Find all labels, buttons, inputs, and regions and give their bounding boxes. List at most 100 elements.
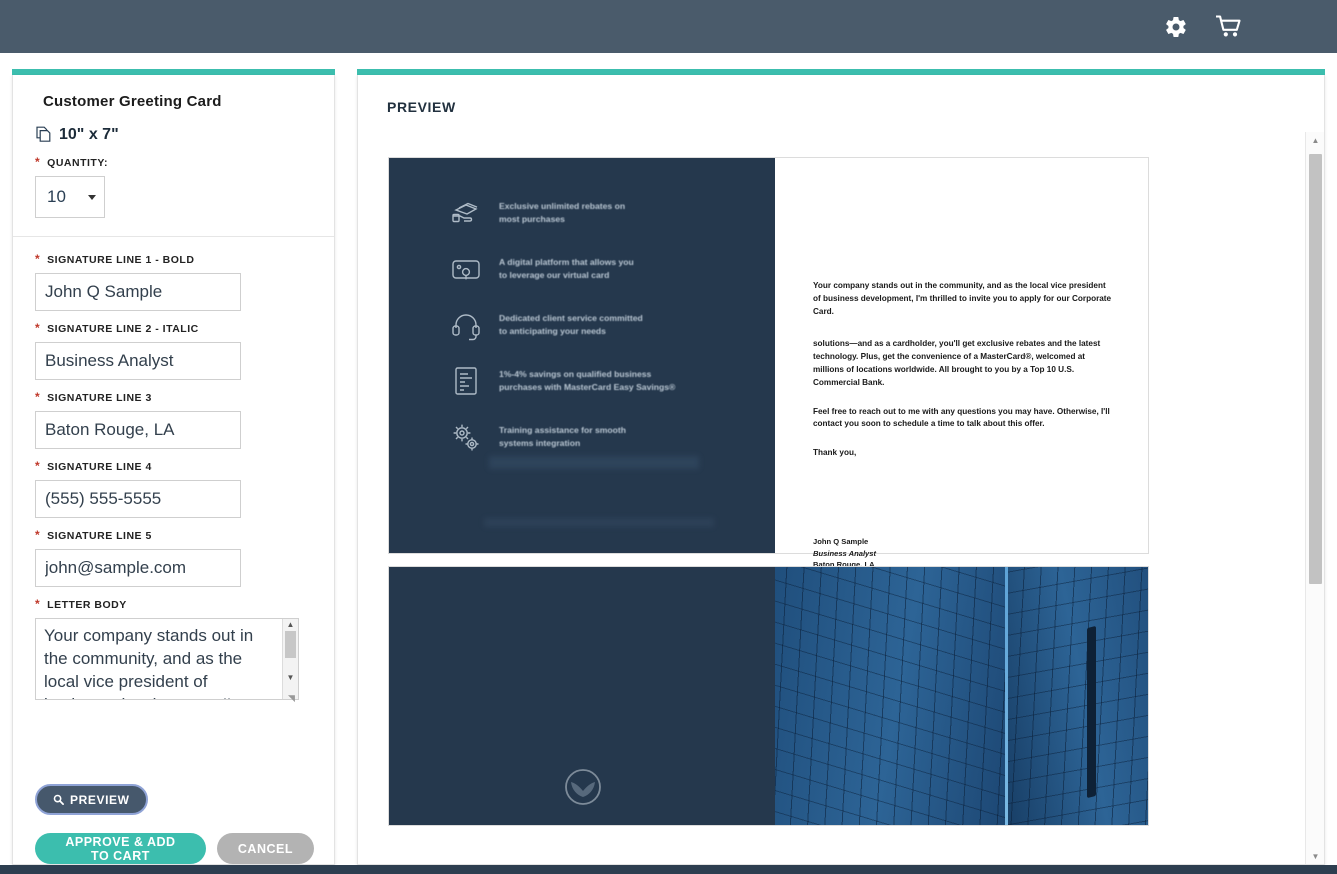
gears-icon bbox=[453, 424, 479, 451]
letter-paragraph: Your company stands out in the community… bbox=[813, 281, 1112, 316]
page-title: Customer Greeting Card bbox=[43, 93, 222, 110]
approve-add-to-cart-button[interactable]: APPROVE & ADD TO CART bbox=[35, 833, 206, 864]
textarea-scroll-thumb[interactable] bbox=[285, 631, 296, 658]
card-back-dark-side bbox=[389, 567, 775, 825]
preview-viewport: Exclusive unlimited rebates on most purc… bbox=[358, 132, 1304, 864]
field-signature-line-1: * SIGNATURE LINE 1 - BOLD bbox=[35, 253, 314, 311]
field-signature-line-4: * SIGNATURE LINE 4 bbox=[35, 460, 314, 518]
quantity-label-text: QUANTITY: bbox=[47, 157, 109, 169]
feature-line-2: systems integration bbox=[499, 437, 581, 448]
letter-body-label: * LETTER BODY bbox=[35, 598, 314, 611]
letter-body-wrapper: ▲ ▼ ◥ bbox=[35, 618, 299, 705]
feature-list: Exclusive unlimited rebates on most purc… bbox=[449, 196, 759, 476]
letter-preview-text: Your company stands out in the community… bbox=[813, 280, 1113, 476]
scroll-down-arrow-icon[interactable]: ▼ bbox=[287, 672, 295, 683]
receipt-icon bbox=[455, 367, 477, 395]
feature-line-2: to leverage our virtual card bbox=[499, 269, 610, 280]
window-grid bbox=[775, 567, 1005, 825]
feature-line-1: 1%-4% savings on qualified business bbox=[499, 369, 652, 379]
preview-heading: PREVIEW bbox=[387, 99, 456, 115]
field-signature-line-2: * SIGNATURE LINE 2 - ITALIC bbox=[35, 322, 314, 380]
preview-button-label: PREVIEW bbox=[70, 792, 130, 807]
product-config-panel: Customer Greeting Card 10" x 7" * QUANTI… bbox=[12, 75, 335, 865]
signature-line-4-input[interactable] bbox=[35, 480, 241, 518]
field-signature-line-3: * SIGNATURE LINE 3 bbox=[35, 391, 314, 449]
glass-office-buildings-photo bbox=[775, 567, 1148, 825]
feature-line-1: Dedicated client service committed bbox=[499, 313, 643, 323]
decorative-band-2 bbox=[484, 518, 714, 527]
page-body: Customer Greeting Card 10" x 7" * QUANTI… bbox=[0, 53, 1337, 874]
signature-line-5-label: * SIGNATURE LINE 5 bbox=[35, 529, 314, 542]
signature-fields: * SIGNATURE LINE 1 - BOLD * SIGNATURE LI… bbox=[13, 237, 334, 776]
preview-button-row: PREVIEW bbox=[13, 776, 334, 815]
list-item-text: A digital platform that allows you to le… bbox=[499, 252, 634, 281]
card-preview-page-2 bbox=[388, 566, 1149, 826]
required-asterisk: * bbox=[35, 528, 41, 542]
panel-header: Customer Greeting Card 10" x 7" * QUANTI… bbox=[13, 75, 334, 237]
letter-paragraph: solutions—and as a cardholder, you'll ge… bbox=[813, 339, 1101, 387]
resize-grip-icon[interactable]: ◥ bbox=[288, 694, 297, 703]
feature-line-1: Exclusive unlimited rebates on bbox=[499, 201, 626, 211]
textarea-scrollbar[interactable]: ▲ ▼ bbox=[282, 619, 298, 699]
pages-icon bbox=[36, 126, 51, 142]
list-item: Exclusive unlimited rebates on most purc… bbox=[449, 196, 759, 230]
building-right bbox=[1008, 567, 1148, 825]
required-asterisk: * bbox=[35, 459, 41, 473]
list-item-text: Training assistance for smooth systems i… bbox=[499, 420, 626, 449]
signature-line-2-input[interactable] bbox=[35, 342, 241, 380]
preview-scrollbar[interactable]: ▲ ▼ bbox=[1305, 132, 1324, 864]
label-text: SIGNATURE LINE 2 - ITALIC bbox=[47, 323, 199, 335]
letter-body-textarea[interactable] bbox=[35, 618, 299, 700]
letter-closing: Thank you, bbox=[813, 448, 857, 458]
scroll-down-arrow-icon[interactable]: ▼ bbox=[1306, 848, 1324, 864]
field-signature-line-5: * SIGNATURE LINE 5 bbox=[35, 529, 314, 587]
required-asterisk: * bbox=[35, 390, 41, 404]
list-item-text: Exclusive unlimited rebates on most purc… bbox=[499, 196, 625, 225]
virtual-card-icon bbox=[452, 260, 480, 280]
feature-line-2: most purchases bbox=[499, 213, 565, 224]
headset-icon bbox=[452, 314, 480, 341]
list-item: A digital platform that allows you to le… bbox=[449, 252, 759, 286]
building-accent-stripe bbox=[1087, 625, 1096, 799]
label-text: SIGNATURE LINE 1 - BOLD bbox=[47, 254, 195, 266]
required-asterisk: * bbox=[35, 321, 41, 335]
signature-line-3-label: * SIGNATURE LINE 3 bbox=[35, 391, 314, 404]
preview-button[interactable]: PREVIEW bbox=[35, 784, 148, 815]
cancel-button[interactable]: CANCEL bbox=[216, 833, 314, 864]
preview-scroll-thumb[interactable] bbox=[1309, 154, 1322, 584]
list-item-text: Dedicated client service committed to an… bbox=[499, 308, 643, 337]
signature-title: Business Analyst bbox=[813, 548, 877, 558]
card-preview-page-1: Exclusive unlimited rebates on most purc… bbox=[388, 157, 1149, 592]
feature-line-2: purchases with MasterCard Easy Savings® bbox=[499, 381, 676, 392]
bank-shield-logo bbox=[565, 769, 601, 805]
quantity-value: 10 bbox=[47, 187, 66, 206]
signature-line-4-label: * SIGNATURE LINE 4 bbox=[35, 460, 314, 473]
dimensions-text: 10" x 7" bbox=[59, 126, 119, 143]
feature-line-1: A digital platform that allows you bbox=[499, 257, 634, 267]
signature-line-3-input[interactable] bbox=[35, 411, 241, 449]
signature-line-1-input[interactable] bbox=[35, 273, 241, 311]
scroll-up-arrow-icon[interactable]: ▲ bbox=[1306, 132, 1324, 149]
bottom-strip bbox=[0, 865, 1337, 874]
signature-line-5-input[interactable] bbox=[35, 549, 241, 587]
gear-icon[interactable] bbox=[1163, 14, 1189, 40]
label-text: SIGNATURE LINE 5 bbox=[47, 530, 152, 542]
letter-paragraph: Feel free to reach out to me with any qu… bbox=[813, 406, 1110, 429]
signature-line-2-label: * SIGNATURE LINE 2 - ITALIC bbox=[35, 322, 314, 335]
card-letter-side: Your company stands out in the community… bbox=[775, 158, 1148, 592]
field-letter-body: * LETTER BODY ▲ ▼ ◥ bbox=[35, 598, 314, 705]
card-feature-side: Exclusive unlimited rebates on most purc… bbox=[389, 158, 775, 553]
list-item: 1%-4% savings on qualified business purc… bbox=[449, 364, 759, 398]
quantity-select[interactable]: 10 bbox=[35, 176, 105, 218]
product-dimensions: 10" x 7" bbox=[35, 126, 314, 144]
building-left bbox=[775, 567, 1005, 825]
cart-icon[interactable] bbox=[1215, 14, 1241, 40]
scroll-up-arrow-icon[interactable]: ▲ bbox=[287, 619, 295, 630]
label-text: SIGNATURE LINE 3 bbox=[47, 392, 152, 404]
magnifier-icon bbox=[53, 794, 64, 805]
window-grid bbox=[1008, 567, 1148, 825]
decorative-band bbox=[489, 456, 699, 469]
feature-line-1: Training assistance for smooth bbox=[499, 425, 627, 435]
signature-name: John Q Sample bbox=[813, 537, 869, 546]
cash-hand-icon bbox=[452, 202, 478, 223]
